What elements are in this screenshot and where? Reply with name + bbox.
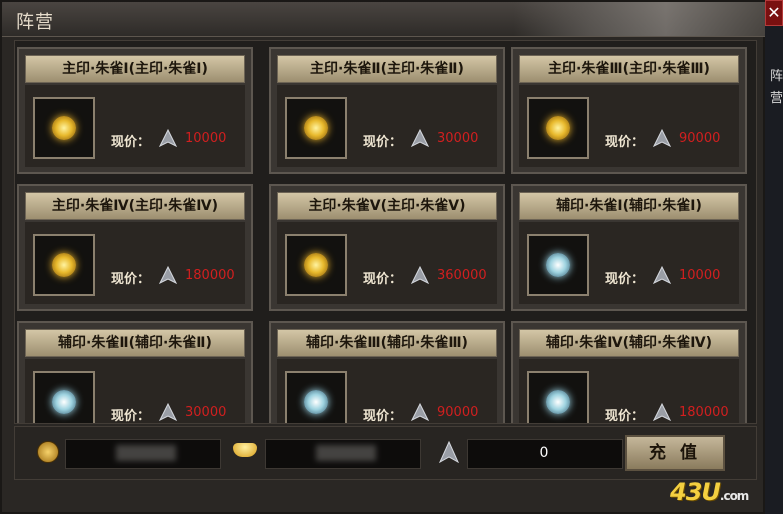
price-label: 现价： bbox=[111, 272, 151, 287]
shop-item-card[interactable]: 主印·朱雀Ⅲ(主印·朱雀Ⅲ) 现价： 90000 bbox=[511, 47, 747, 174]
price-label: 现价： bbox=[111, 409, 151, 424]
price-value: 90000 bbox=[679, 131, 721, 146]
price-value: 10000 bbox=[185, 131, 227, 146]
gem-currency-icon bbox=[653, 266, 671, 284]
silver-seal-icon bbox=[304, 390, 328, 414]
silver-seal-icon bbox=[546, 390, 570, 414]
item-slot[interactable] bbox=[33, 234, 95, 296]
gold-seal-icon bbox=[52, 253, 76, 277]
redacted-value bbox=[116, 445, 176, 461]
silver-seal-icon bbox=[546, 253, 570, 277]
gold-seal-icon bbox=[304, 116, 328, 140]
gem-currency-icon bbox=[411, 403, 429, 421]
gem-currency-icon bbox=[159, 266, 177, 284]
item-slot[interactable] bbox=[33, 97, 95, 159]
price-label: 现价： bbox=[605, 272, 645, 287]
shop-item-card[interactable]: 辅印·朱雀Ⅳ(辅印·朱雀Ⅳ) 现价： 180000 bbox=[511, 321, 747, 424]
currency-bar: 0 充 值 bbox=[14, 426, 757, 480]
site-logo: 43U.com bbox=[670, 478, 749, 506]
shop-item-card[interactable]: 辅印·朱雀Ⅰ(辅印·朱雀Ⅰ) 现价： 10000 bbox=[511, 184, 747, 311]
gem-currency-icon bbox=[159, 403, 177, 421]
gold-seal-icon bbox=[304, 253, 328, 277]
gem-currency-icon bbox=[411, 266, 429, 284]
price-label: 现价： bbox=[605, 135, 645, 150]
gem-currency-icon bbox=[439, 441, 459, 463]
gem-balance-value: 0 bbox=[539, 445, 549, 461]
item-slot[interactable] bbox=[527, 234, 589, 296]
camp-shop-window: 阵营 主印·朱雀Ⅰ(主印·朱雀Ⅰ) 现价： 10000 主印·朱雀Ⅱ(主印·朱雀… bbox=[0, 0, 767, 514]
gem-currency-icon bbox=[653, 403, 671, 421]
gem-currency-icon bbox=[411, 129, 429, 147]
window-title: 阵营 bbox=[16, 12, 54, 33]
gem-currency-icon bbox=[159, 129, 177, 147]
item-slot[interactable] bbox=[285, 234, 347, 296]
item-slot[interactable] bbox=[527, 97, 589, 159]
price-value: 30000 bbox=[437, 131, 479, 146]
item-title: 主印·朱雀Ⅲ(主印·朱雀Ⅲ) bbox=[519, 55, 739, 83]
dragon-ornament-icon bbox=[514, 2, 767, 36]
item-slot[interactable] bbox=[33, 371, 95, 423]
item-title: 主印·朱雀Ⅴ(主印·朱雀Ⅴ) bbox=[277, 192, 497, 220]
redacted-value bbox=[316, 445, 376, 461]
ingot-balance-field bbox=[265, 439, 421, 469]
shop-item-card[interactable]: 辅印·朱雀Ⅲ(辅印·朱雀Ⅲ) 现价： 90000 bbox=[269, 321, 505, 424]
item-slot[interactable] bbox=[285, 371, 347, 423]
shop-item-card[interactable]: 主印·朱雀Ⅴ(主印·朱雀Ⅴ) 现价： 360000 bbox=[269, 184, 505, 311]
shop-item-card[interactable]: 辅印·朱雀Ⅱ(辅印·朱雀Ⅱ) 现价： 30000 bbox=[17, 321, 253, 424]
item-title: 主印·朱雀Ⅳ(主印·朱雀Ⅳ) bbox=[25, 192, 245, 220]
price-value: 90000 bbox=[437, 405, 479, 420]
shop-item-card[interactable]: 主印·朱雀Ⅱ(主印·朱雀Ⅱ) 现价： 30000 bbox=[269, 47, 505, 174]
ingot-icon bbox=[233, 443, 257, 457]
price-label: 现价： bbox=[363, 135, 403, 150]
item-title: 主印·朱雀Ⅱ(主印·朱雀Ⅱ) bbox=[277, 55, 497, 83]
gold-seal-icon bbox=[546, 116, 570, 140]
gold-coin-icon bbox=[37, 441, 59, 463]
title-bar[interactable]: 阵营 bbox=[2, 2, 767, 37]
price-label: 现价： bbox=[363, 409, 403, 424]
item-title: 主印·朱雀Ⅰ(主印·朱雀Ⅰ) bbox=[25, 55, 245, 83]
price-value: 10000 bbox=[679, 268, 721, 283]
item-slot[interactable] bbox=[285, 97, 347, 159]
price-value: 180000 bbox=[185, 268, 235, 283]
side-tab-label[interactable]: 阵营 bbox=[770, 66, 783, 110]
shop-item-card[interactable]: 主印·朱雀Ⅰ(主印·朱雀Ⅰ) 现价： 10000 bbox=[17, 47, 253, 174]
silver-seal-icon bbox=[52, 390, 76, 414]
item-title: 辅印·朱雀Ⅱ(辅印·朱雀Ⅱ) bbox=[25, 329, 245, 357]
recharge-button[interactable]: 充 值 bbox=[625, 435, 725, 471]
item-title: 辅印·朱雀Ⅰ(辅印·朱雀Ⅰ) bbox=[519, 192, 739, 220]
item-title: 辅印·朱雀Ⅲ(辅印·朱雀Ⅲ) bbox=[277, 329, 497, 357]
price-label: 现价： bbox=[363, 272, 403, 287]
shop-item-card[interactable]: 主印·朱雀Ⅳ(主印·朱雀Ⅳ) 现价： 180000 bbox=[17, 184, 253, 311]
price-value: 360000 bbox=[437, 268, 487, 283]
item-slot[interactable] bbox=[527, 371, 589, 423]
item-title: 辅印·朱雀Ⅳ(辅印·朱雀Ⅳ) bbox=[519, 329, 739, 357]
price-label: 现价： bbox=[605, 409, 645, 424]
close-icon[interactable]: ✕ bbox=[765, 0, 783, 26]
gem-currency-icon bbox=[653, 129, 671, 147]
gold-balance-field bbox=[65, 439, 221, 469]
gold-seal-icon bbox=[52, 116, 76, 140]
price-value: 30000 bbox=[185, 405, 227, 420]
price-value: 180000 bbox=[679, 405, 729, 420]
price-label: 现价： bbox=[111, 135, 151, 150]
item-grid[interactable]: 主印·朱雀Ⅰ(主印·朱雀Ⅰ) 现价： 10000 主印·朱雀Ⅱ(主印·朱雀Ⅱ) … bbox=[14, 40, 757, 424]
